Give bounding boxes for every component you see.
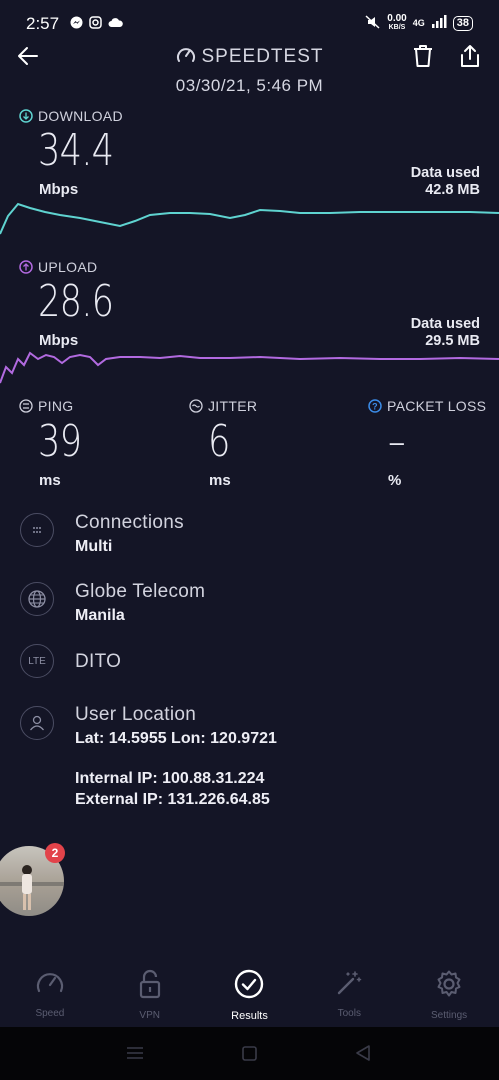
packet-loss-label-text: PACKET LOSS (387, 398, 487, 414)
instagram-icon (89, 16, 102, 32)
nav-settings-label: Settings (431, 1010, 468, 1021)
net-speed-value: 0.00 (387, 13, 407, 24)
download-arrow-icon (19, 109, 33, 126)
server-title: DITO (75, 651, 122, 672)
upload-label: UPLOAD (19, 259, 97, 277)
net-speed-unit: KB/S (388, 24, 406, 31)
home-icon[interactable] (242, 1046, 257, 1066)
jitter-icon (189, 399, 203, 416)
check-circle-icon (234, 969, 264, 1004)
connections-value: Multi (75, 538, 113, 555)
notification-icons (70, 16, 123, 32)
ping-icon (19, 399, 33, 416)
gear-icon (434, 969, 464, 1004)
mute-icon (365, 14, 381, 32)
speedometer-icon (176, 45, 196, 71)
upload-label-text: UPLOAD (38, 259, 98, 275)
user-icon (20, 706, 54, 740)
provider-title: Globe Telecom (75, 581, 206, 602)
download-data-used: Data used 42.8 MB (411, 165, 480, 199)
status-right: 0.00 KB/S 4G 38 (365, 14, 473, 32)
globe-icon (20, 582, 54, 616)
external-ip: External IP: 131.226.64.85 (75, 791, 270, 808)
help-icon[interactable]: ? (368, 399, 382, 416)
lte-icon: LTE (20, 644, 54, 678)
svg-text:?: ? (372, 402, 378, 412)
nav-vpn[interactable]: VPN (100, 955, 200, 1027)
provider-location: Manila (75, 607, 125, 624)
share-icon[interactable] (459, 44, 481, 73)
jitter-label-text: JITTER (208, 398, 258, 414)
ping-value: 39 (38, 416, 82, 467)
speedometer-nav-icon (35, 969, 65, 1002)
signal-icon (431, 15, 447, 31)
upload-arrow-icon (19, 260, 33, 277)
jitter-unit: ms (209, 472, 231, 489)
download-data-used-label: Data used (410, 165, 480, 181)
connections-title: Connections (75, 512, 184, 533)
nav-vpn-label: VPN (139, 1010, 160, 1021)
location-title: User Location (75, 704, 197, 725)
system-nav-bar (0, 1027, 499, 1080)
nav-speed[interactable]: Speed (0, 955, 100, 1027)
network-type: 4G (412, 18, 425, 28)
download-label-text: DOWNLOAD (38, 108, 123, 124)
chat-head-badge: 2 (45, 843, 65, 863)
jitter-value: 6 (208, 416, 230, 467)
nav-settings[interactable]: Settings (399, 955, 499, 1027)
jitter-label: JITTER (189, 398, 257, 416)
nav-results[interactable]: Results (200, 955, 300, 1027)
lock-icon (138, 969, 162, 1004)
ping-unit: ms (39, 472, 61, 489)
ping-label: PING (19, 398, 73, 416)
upload-graph (0, 351, 499, 384)
net-speed: 0.00 KB/S (387, 14, 406, 32)
status-time: 2:57 (26, 14, 60, 33)
test-date: 03/30/21, 5:46 PM (175, 76, 324, 95)
upload-value: 28.6 (38, 276, 114, 327)
nav-speed-label: Speed (35, 1008, 65, 1019)
app-title-text: SPEEDTEST (201, 46, 324, 67)
packet-loss-unit: % (388, 472, 402, 489)
nav-results-label: Results (231, 1010, 268, 1022)
menu-icon[interactable] (126, 1046, 144, 1065)
download-label: DOWNLOAD (19, 108, 123, 126)
magic-wand-icon (335, 969, 363, 1002)
nav-tools[interactable]: Tools (299, 955, 399, 1027)
internal-ip: Internal IP: 100.88.31.224 (75, 770, 265, 787)
location-coords: Lat: 14.5955 Lon: 120.9721 (75, 730, 277, 747)
cloud-icon (108, 16, 123, 32)
lte-icon-text: LTE (28, 655, 46, 667)
download-graph (0, 202, 499, 235)
battery-indicator: 38 (452, 15, 473, 31)
connections-icon (20, 513, 54, 547)
packet-loss-value: – (388, 416, 406, 467)
ping-label-text: PING (38, 398, 74, 414)
nav-tools-label: Tools (337, 1008, 361, 1019)
trash-icon[interactable] (412, 44, 434, 73)
upload-data-used-label: Data used (410, 316, 480, 332)
download-value: 34.4 (38, 125, 114, 176)
bottom-nav: Speed VPN Results Tools Settings (0, 955, 499, 1027)
back-triangle-icon[interactable] (355, 1045, 371, 1066)
packet-loss-label: ? PACKET LOSS (368, 398, 486, 416)
messenger-icon (70, 16, 83, 32)
